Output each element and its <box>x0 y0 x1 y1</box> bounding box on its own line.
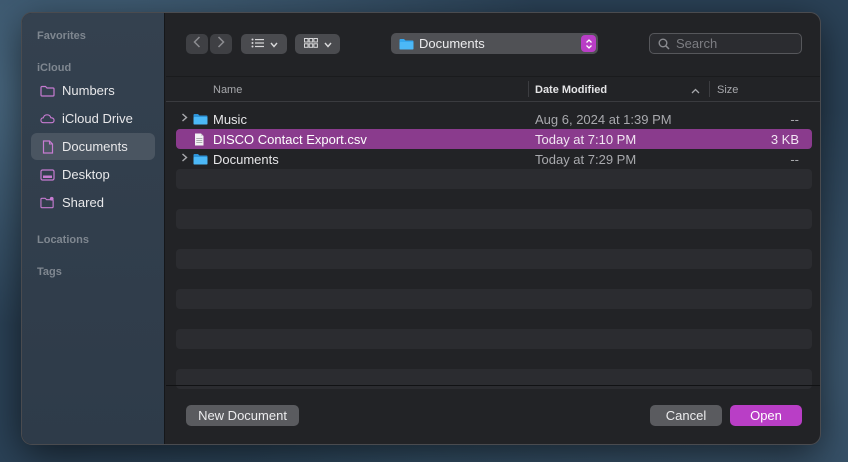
empty-row <box>176 289 812 309</box>
file-name: DISCO Contact Export.csv <box>213 131 367 147</box>
empty-row <box>176 269 812 289</box>
empty-row <box>176 329 812 349</box>
list-icon <box>251 35 264 53</box>
file-name: Music <box>213 111 247 127</box>
desktop-icon <box>40 168 55 181</box>
group-view-button[interactable] <box>295 34 340 54</box>
sidebar-section-favorites: Favorites <box>37 30 86 42</box>
empty-row <box>176 249 812 269</box>
chevron-right-icon <box>217 35 225 53</box>
folder-icon <box>40 84 55 97</box>
file-row-documents[interactable]: Documents Today at 7:29 PM -- <box>176 149 812 169</box>
sort-ascending-icon <box>691 85 700 97</box>
file-row-music[interactable]: Music Aug 6, 2024 at 1:39 PM -- <box>176 109 812 129</box>
sidebar-section-locations[interactable]: Locations <box>37 234 89 246</box>
sidebar-item-numbers[interactable]: Numbers <box>31 77 155 104</box>
forward-button[interactable] <box>210 34 232 54</box>
column-divider[interactable] <box>528 81 529 97</box>
up-down-arrows-icon <box>581 35 596 52</box>
sidebar-item-desktop[interactable]: Desktop <box>31 161 155 188</box>
shared-folder-icon <box>40 196 55 209</box>
list-view-button[interactable] <box>241 34 287 54</box>
disclosure-triangle-icon[interactable] <box>181 153 189 165</box>
sidebar-item-documents[interactable]: Documents <box>31 133 155 160</box>
chevron-down-icon <box>323 35 332 53</box>
cloud-icon <box>40 112 55 125</box>
file-name: Documents <box>213 151 279 167</box>
empty-row <box>176 349 812 369</box>
sidebar-section-icloud: iCloud <box>37 62 72 74</box>
sidebar-item-label: Desktop <box>62 167 110 182</box>
empty-row <box>176 369 812 389</box>
file-size: -- <box>790 151 799 167</box>
chevron-left-icon <box>193 35 201 53</box>
folder-icon <box>193 113 208 125</box>
open-button[interactable]: Open <box>730 405 802 426</box>
file-size: 3 KB <box>770 131 799 147</box>
column-header-bar: Name Date Modified Size <box>166 76 820 102</box>
empty-row <box>176 229 812 249</box>
back-button[interactable] <box>186 34 208 54</box>
grid-icon <box>303 35 318 53</box>
column-header-name[interactable]: Name <box>213 84 242 96</box>
empty-row <box>176 189 812 209</box>
open-dialog: Favorites iCloud Numbers iCloud Drive Do… <box>21 12 821 445</box>
cancel-button[interactable]: Cancel <box>650 405 722 426</box>
empty-row <box>176 309 812 329</box>
sidebar-item-label: Shared <box>62 195 104 210</box>
column-divider[interactable] <box>709 81 710 97</box>
file-size: -- <box>790 111 799 127</box>
empty-row <box>176 209 812 229</box>
column-header-date-modified[interactable]: Date Modified <box>535 84 607 96</box>
file-date: Aug 6, 2024 at 1:39 PM <box>535 111 672 127</box>
browser-pane: Documents Search Name Date Modified Size <box>166 13 820 444</box>
footer-divider <box>166 385 820 386</box>
file-list: Music Aug 6, 2024 at 1:39 PM -- DISCO Co… <box>176 109 812 389</box>
search-input[interactable]: Search <box>649 33 802 54</box>
chevron-down-icon <box>269 35 278 53</box>
file-date: Today at 7:29 PM <box>535 151 637 167</box>
sidebar-section-tags[interactable]: Tags <box>37 266 62 278</box>
location-label: Documents <box>419 36 485 51</box>
folder-icon <box>193 153 208 165</box>
new-document-button[interactable]: New Document <box>186 405 299 426</box>
csv-file-icon <box>193 133 208 146</box>
sidebar: Favorites iCloud Numbers iCloud Drive Do… <box>22 13 165 444</box>
folder-icon <box>399 38 414 50</box>
file-row-disco-contact-export[interactable]: DISCO Contact Export.csv Today at 7:10 P… <box>176 129 812 149</box>
search-placeholder: Search <box>676 36 718 51</box>
file-date: Today at 7:10 PM <box>535 131 637 147</box>
sidebar-item-label: Numbers <box>62 83 115 98</box>
empty-row <box>176 169 812 189</box>
column-header-size[interactable]: Size <box>717 84 738 96</box>
document-icon <box>40 139 55 154</box>
location-popup[interactable]: Documents <box>391 33 598 54</box>
sidebar-item-icloud-drive[interactable]: iCloud Drive <box>31 105 155 132</box>
disclosure-triangle-icon[interactable] <box>181 113 189 125</box>
sidebar-item-label: Documents <box>62 139 128 154</box>
search-icon <box>658 38 670 50</box>
sidebar-item-label: iCloud Drive <box>62 111 133 126</box>
sidebar-item-shared[interactable]: Shared <box>31 189 155 216</box>
